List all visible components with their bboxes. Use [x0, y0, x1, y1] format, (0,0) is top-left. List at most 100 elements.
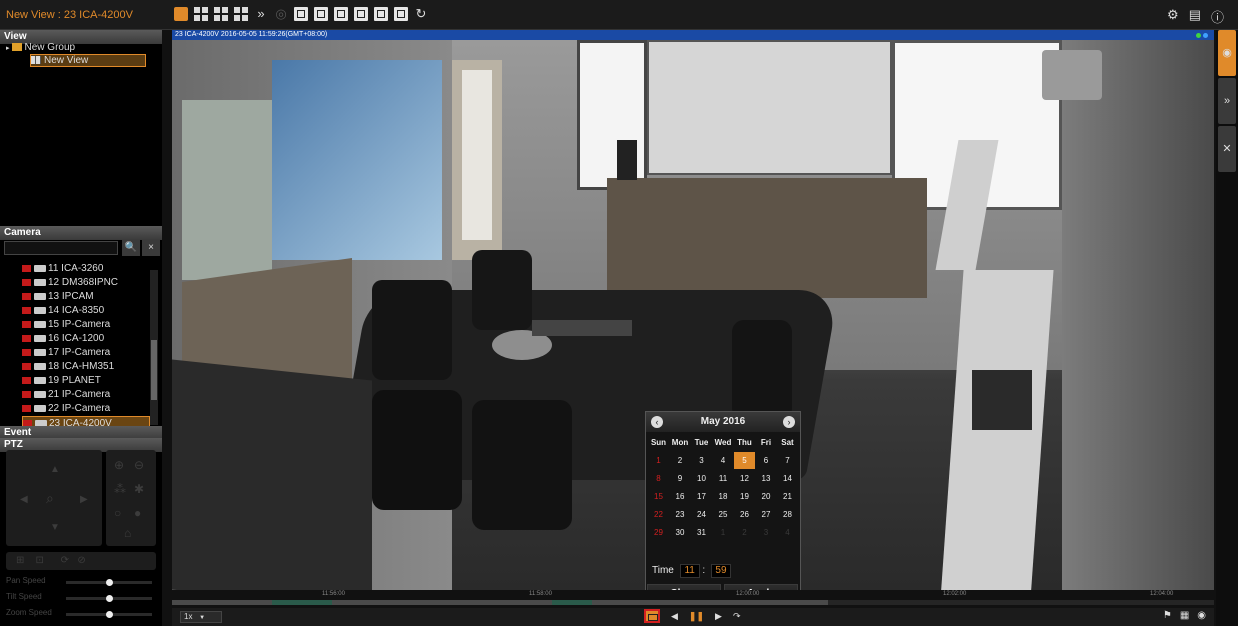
calendar-icon[interactable]	[644, 609, 660, 623]
calendar-day[interactable]: 3	[756, 524, 777, 541]
focus-far-icon[interactable]: ✱	[134, 482, 144, 496]
preset-add-icon[interactable]: ⊞	[16, 555, 24, 566]
camera-section-header[interactable]: Camera	[0, 226, 162, 240]
calendar-day[interactable]: 12	[734, 470, 755, 487]
camera-list-item[interactable]: 11 ICA-3260	[22, 262, 150, 276]
calendar-day[interactable]: 26	[734, 506, 755, 523]
calendar-day[interactable]: 4	[713, 452, 734, 469]
calendar-day[interactable]: 6	[756, 452, 777, 469]
calendar-day[interactable]: 7	[777, 452, 798, 469]
record-button[interactable]	[314, 7, 328, 21]
calendar-day[interactable]: 31	[691, 524, 712, 541]
camera-list-scrollbar[interactable]	[150, 270, 158, 425]
bookmark-icon[interactable]: ⚑	[1163, 610, 1172, 621]
eye-icon[interactable]: ◉	[1197, 610, 1206, 621]
next-frame-icon[interactable]: ▶	[715, 611, 722, 622]
layout-2x2-button[interactable]	[194, 7, 208, 21]
search-icon[interactable]: 🔍	[122, 240, 140, 256]
calendar-day[interactable]: 5	[734, 452, 755, 469]
layout-1x1-button[interactable]	[174, 7, 188, 21]
camera-list-item[interactable]: 13 IPCAM	[22, 290, 150, 304]
camera-list-item[interactable]: 14 ICA-8350	[22, 304, 150, 318]
calendar-day[interactable]: 30	[670, 524, 691, 541]
calendar-day[interactable]: 13	[756, 470, 777, 487]
gear-icon[interactable]: ⚙	[1167, 7, 1179, 26]
zoom-out-icon[interactable]: ⊖	[134, 458, 144, 472]
tools-icon[interactable]: ✕	[1218, 126, 1236, 172]
document-icon[interactable]: ▤	[1189, 7, 1201, 26]
film-icon[interactable]: ▦	[1180, 610, 1189, 621]
return-icon[interactable]: ↷	[733, 611, 741, 622]
patrol-stop-icon[interactable]: ⊘	[77, 555, 85, 566]
calendar-day[interactable]: 29	[648, 524, 669, 541]
eye-icon[interactable]: ◉	[1218, 30, 1236, 76]
camera-search-input[interactable]	[4, 241, 118, 255]
zoom-in-icon[interactable]: ⊕	[114, 458, 124, 472]
calendar-day[interactable]: 25	[713, 506, 734, 523]
info-icon[interactable]: ⓘ	[1211, 7, 1224, 26]
calendar-day[interactable]: 15	[648, 488, 669, 505]
more-layouts-button[interactable]: »	[254, 7, 268, 21]
calendar-day[interactable]: 27	[756, 506, 777, 523]
calendar-day[interactable]: 24	[691, 506, 712, 523]
print-button[interactable]	[374, 7, 388, 21]
timeline-track[interactable]	[172, 600, 1214, 605]
speed-slider-knob[interactable]	[106, 579, 113, 586]
camera-list-item[interactable]: 18 ICA-HM351	[22, 360, 150, 374]
ptz-right-icon[interactable]: ▶	[80, 494, 88, 505]
prev-frame-icon[interactable]: ◀	[671, 611, 678, 622]
snapshot-button[interactable]	[294, 7, 308, 21]
camera-list-item[interactable]: 22 IP-Camera	[22, 402, 150, 416]
hour-field[interactable]: 11	[679, 564, 700, 578]
calendar-day[interactable]: 23	[670, 506, 691, 523]
speed-slider-knob[interactable]	[106, 611, 113, 618]
layout-4x4-button[interactable]	[234, 7, 248, 21]
ptz-down-icon[interactable]: ▼	[50, 522, 60, 533]
calendar-day[interactable]: 21	[777, 488, 798, 505]
minute-field[interactable]: 59	[710, 564, 731, 578]
ptz-up-icon[interactable]: ▲	[50, 464, 60, 475]
calendar-day[interactable]: 3	[691, 452, 712, 469]
camera-list-item[interactable]: 16 ICA-1200	[22, 332, 150, 346]
clear-icon[interactable]: ×	[142, 240, 160, 256]
tree-item-new-view[interactable]: New View	[30, 54, 146, 67]
calendar-day[interactable]: 2	[734, 524, 755, 541]
calendar-day[interactable]: 2	[670, 452, 691, 469]
calendar-day[interactable]: 14	[777, 470, 798, 487]
camera-list-item[interactable]: 19 PLANET	[22, 374, 150, 388]
export-button[interactable]	[354, 7, 368, 21]
camera-list-item[interactable]: 15 IP-Camera	[22, 318, 150, 332]
playback-speed-select[interactable]: 1x ▼	[180, 611, 222, 623]
edit-button[interactable]	[334, 7, 348, 21]
refresh-button[interactable]: ↻	[414, 7, 428, 21]
calendar-day[interactable]: 22	[648, 506, 669, 523]
ptz-center-icon[interactable]: ⌕	[46, 490, 54, 507]
speed-slider[interactable]	[66, 595, 152, 602]
calendar-day[interactable]: 17	[691, 488, 712, 505]
camera-list-item[interactable]: 12 DM368IPNC	[22, 276, 150, 290]
speed-slider[interactable]	[66, 579, 152, 586]
calendar-day[interactable]: 16	[670, 488, 691, 505]
expand-icon[interactable]: »	[1218, 78, 1236, 124]
speed-slider[interactable]	[66, 611, 152, 618]
calendar-day[interactable]: 4	[777, 524, 798, 541]
calendar-day[interactable]: 8	[648, 470, 669, 487]
preset-set-icon[interactable]: ⊡	[36, 555, 44, 566]
iris-close-icon[interactable]: ●	[134, 506, 141, 520]
home-icon[interactable]: ⌂	[124, 526, 131, 540]
tree-group-new-group[interactable]: ▸ New Group	[6, 42, 75, 53]
calendar-day[interactable]: 1	[713, 524, 734, 541]
patrol-icon[interactable]: ⟳	[61, 555, 69, 566]
focus-near-icon[interactable]: ⁂	[114, 482, 126, 496]
pause-icon[interactable]: ❚❚	[689, 611, 704, 622]
speed-slider-knob[interactable]	[106, 595, 113, 602]
camera-list-item[interactable]: 21 IP-Camera	[22, 388, 150, 402]
calendar-day[interactable]: 20	[756, 488, 777, 505]
settings-snap-button[interactable]	[394, 7, 408, 21]
iris-open-icon[interactable]: ○	[114, 506, 121, 520]
calendar-day[interactable]: 1	[648, 452, 669, 469]
calendar-day[interactable]: 9	[670, 470, 691, 487]
camera-list-item[interactable]: 17 IP-Camera	[22, 346, 150, 360]
calendar-day[interactable]: 18	[713, 488, 734, 505]
playback-timeline[interactable]: 11:56:00 11:58:00 12:00:00 12:02:00 12:04:00	[172, 590, 1214, 608]
